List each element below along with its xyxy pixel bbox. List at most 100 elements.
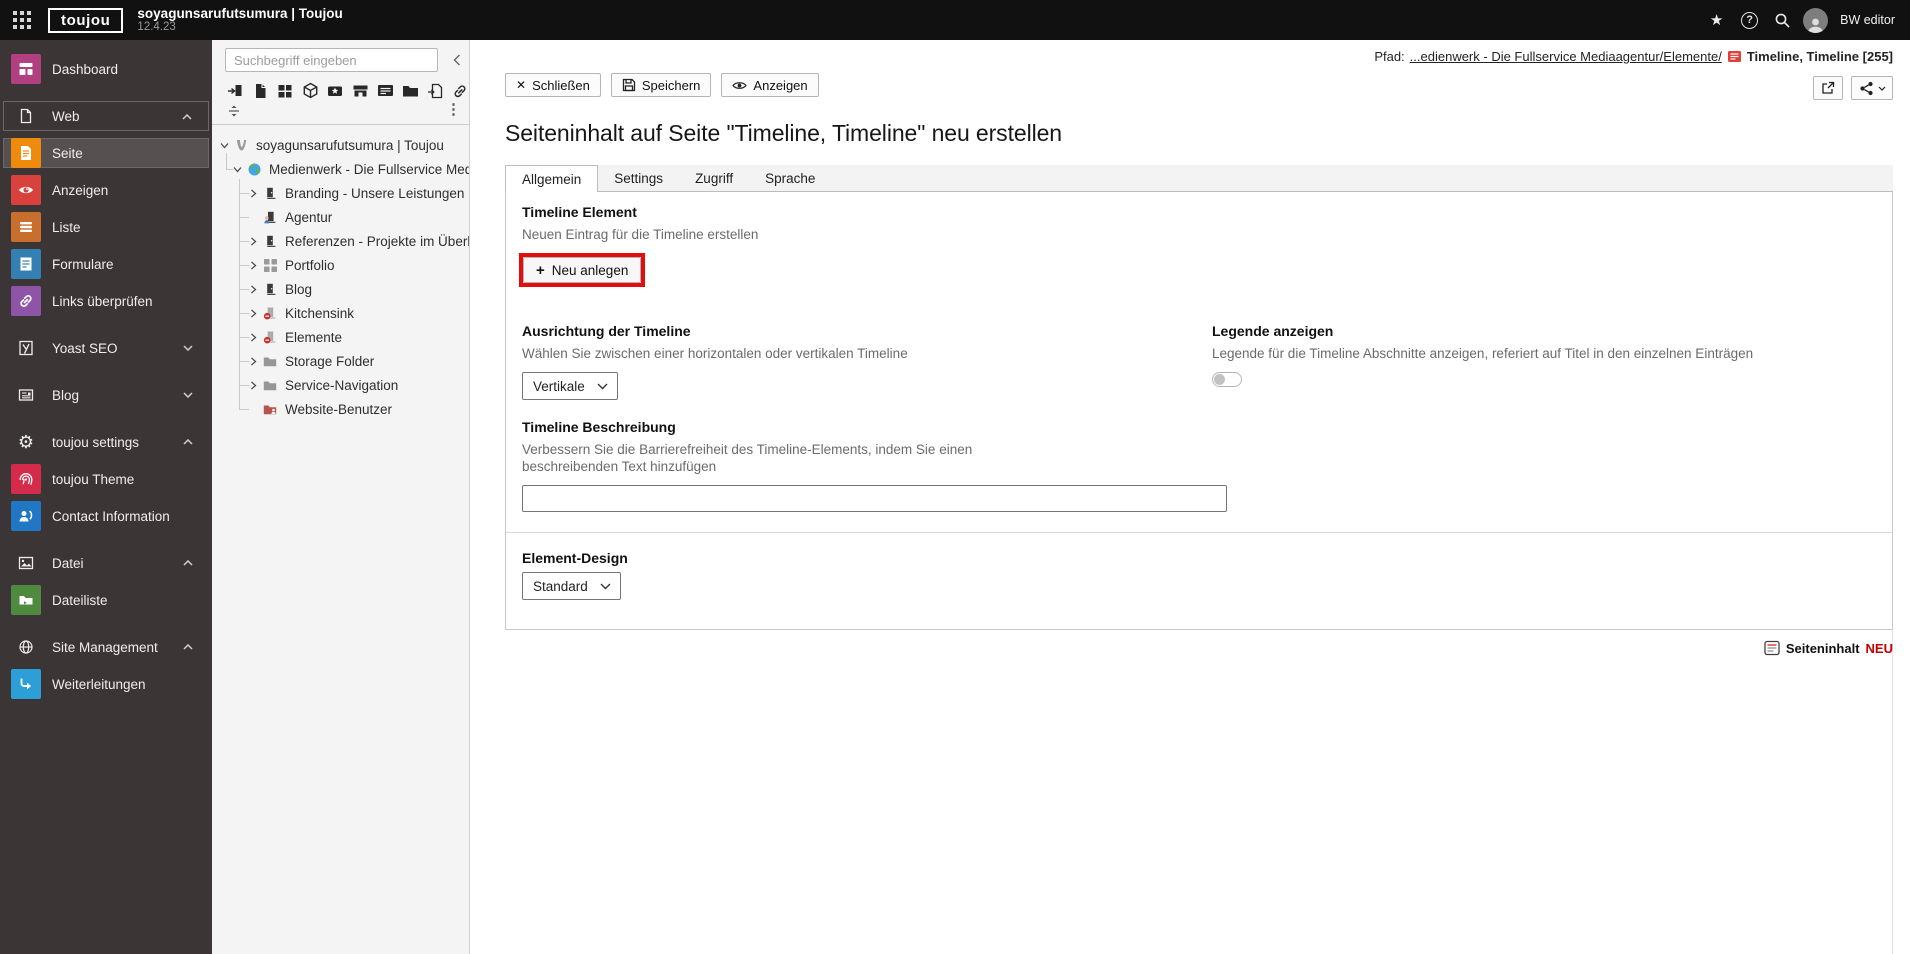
close-button[interactable]: ✕ Schließen bbox=[505, 73, 601, 97]
sidebar-item-anzeigen[interactable]: Anzeigen bbox=[3, 175, 209, 205]
sidebar-item-dateiliste[interactable]: Dateiliste bbox=[3, 585, 209, 615]
star-badge-icon[interactable] bbox=[327, 82, 343, 99]
field-element-design: Element-Design Standard bbox=[522, 550, 628, 600]
sidebar-item-label: Dateiliste bbox=[52, 592, 108, 608]
sidebar-item-links-ueberpruefen[interactable]: Links überprüfen bbox=[3, 286, 209, 316]
tree-more-icon[interactable]: ⋮ bbox=[446, 101, 461, 119]
chevron-right-icon[interactable] bbox=[249, 237, 263, 246]
record-type-label: Seiteninhalt bbox=[1785, 640, 1860, 656]
tree-node-label: Blog bbox=[285, 281, 313, 297]
storefront-icon[interactable] bbox=[352, 82, 368, 99]
chevron-right-icon[interactable] bbox=[249, 333, 263, 342]
timeline-description-input[interactable] bbox=[522, 485, 1227, 512]
sidebar-item-toujou-theme[interactable]: toujou Theme bbox=[3, 464, 209, 494]
chevron-right-icon[interactable] bbox=[249, 261, 263, 270]
tree-node-elemente[interactable]: Elemente bbox=[212, 325, 469, 349]
legend-toggle[interactable] bbox=[1212, 372, 1242, 387]
tree-node-medienwerk[interactable]: Medienwerk - Die Fullservice Mediaagentu… bbox=[212, 157, 469, 181]
record-title: Timeline, Timeline [255] bbox=[1746, 49, 1893, 64]
path-link[interactable]: ...edienwerk - Die Fullservice Mediaagen… bbox=[1410, 49, 1722, 64]
contact-icon bbox=[11, 501, 41, 531]
share-button[interactable] bbox=[1851, 76, 1893, 100]
field-description: Verbessern Sie die Barrierefreiheit des … bbox=[522, 442, 973, 474]
sidebar-item-contact-information[interactable]: Contact Information bbox=[3, 501, 209, 531]
page-new-icon[interactable] bbox=[252, 82, 268, 99]
tree-node-service-navigation[interactable]: Service-Navigation bbox=[212, 373, 469, 397]
field-legend: Legende anzeigen Legende für die Timelin… bbox=[1212, 323, 1876, 387]
page-title: Seiteninhalt auf Seite "Timeline, Timeli… bbox=[505, 120, 1062, 146]
sidebar-item-seite[interactable]: Seite bbox=[3, 138, 209, 168]
tree-node-label: soyagunsarufutsumura | Toujou bbox=[256, 137, 444, 153]
chevron-down-icon[interactable] bbox=[233, 165, 247, 174]
chevron-right-icon[interactable] bbox=[249, 357, 263, 366]
collapse-tree-icon[interactable] bbox=[453, 54, 461, 66]
tree-node-root[interactable]: soyagunsarufutsumura | Toujou bbox=[212, 133, 469, 157]
bookmarks-button[interactable]: ★ bbox=[1700, 11, 1733, 29]
field-label: Element-Design bbox=[522, 550, 628, 566]
toujou-logo[interactable]: toujou bbox=[48, 7, 124, 33]
user-label[interactable]: BW editor bbox=[1840, 13, 1895, 27]
page-icon bbox=[263, 282, 279, 297]
design-select[interactable]: Standard bbox=[522, 572, 621, 600]
page-restricted-icon bbox=[263, 330, 279, 345]
tab-settings[interactable]: Settings bbox=[598, 165, 679, 191]
search-button[interactable] bbox=[1766, 12, 1799, 29]
tree-node-kitchensink[interactable]: Kitchensink bbox=[212, 301, 469, 325]
version-label: 12.4.23 bbox=[137, 21, 176, 34]
chevron-up-icon bbox=[183, 644, 193, 650]
sidebar-group-web[interactable]: Web bbox=[3, 101, 209, 131]
save-button[interactable]: Speichern bbox=[610, 73, 712, 97]
globe-icon bbox=[11, 632, 41, 662]
sidebar-group-yoast-seo[interactable]: Yoast SEO bbox=[3, 333, 209, 363]
chevron-right-icon[interactable] bbox=[249, 189, 263, 198]
sidebar-item-formulare[interactable]: Formulare bbox=[3, 249, 209, 279]
tree-node-portfolio[interactable]: Portfolio bbox=[212, 253, 469, 277]
tree-node-label: Medienwerk - Die Fullservice Mediaagentu… bbox=[269, 161, 469, 177]
tree-node-label: Service-Navigation bbox=[285, 377, 399, 393]
folder-users-icon bbox=[263, 402, 279, 417]
door-icon[interactable] bbox=[227, 82, 243, 99]
orientation-select[interactable]: Vertikale bbox=[522, 372, 618, 400]
help-button[interactable]: ? bbox=[1733, 11, 1766, 29]
page-icon bbox=[11, 138, 41, 168]
sidebar-group-blog[interactable]: Blog bbox=[3, 380, 209, 410]
site-info: soyagunsarufutsumura | Toujou 12.4.23 bbox=[137, 6, 342, 35]
page-user-icon bbox=[263, 210, 279, 225]
sidebar-item-weiterleitungen[interactable]: Weiterleitungen bbox=[3, 669, 209, 699]
user-menu-button[interactable] bbox=[1799, 7, 1832, 33]
open-in-new-window-button[interactable] bbox=[1813, 76, 1843, 100]
sidebar-group-site-management[interactable]: Site Management bbox=[3, 632, 209, 662]
tree-node-agentur[interactable]: Agentur bbox=[212, 205, 469, 229]
chevron-right-icon[interactable] bbox=[249, 309, 263, 318]
tree-node-blog[interactable]: Blog bbox=[212, 277, 469, 301]
sidebar-group-datei[interactable]: Datei bbox=[3, 548, 209, 578]
tree-node-referenzen[interactable]: Referenzen - Projekte im Überblick bbox=[212, 229, 469, 253]
link-icon[interactable] bbox=[452, 82, 468, 99]
tree-node-branding[interactable]: Branding - Unsere Leistungen bbox=[212, 181, 469, 205]
sidebar-group-label: Datei bbox=[52, 555, 84, 571]
topbar: toujou soyagunsarufutsumura | Toujou 12.… bbox=[0, 0, 1910, 40]
view-button[interactable]: Anzeigen bbox=[721, 73, 819, 97]
paste-icon[interactable] bbox=[427, 82, 443, 99]
app-grid-icon[interactable] bbox=[13, 11, 31, 29]
sidebar-group-toujou-settings[interactable]: ⚙ toujou settings bbox=[3, 427, 209, 457]
split-handle-icon[interactable] bbox=[227, 104, 241, 118]
tab-zugriff[interactable]: Zugriff bbox=[679, 165, 749, 191]
chevron-down-icon[interactable] bbox=[220, 141, 234, 150]
chevron-right-icon[interactable] bbox=[249, 381, 263, 390]
cube-icon[interactable] bbox=[302, 82, 318, 99]
chevron-right-icon[interactable] bbox=[249, 285, 263, 294]
folder-icon[interactable] bbox=[402, 82, 418, 99]
tab-sprache[interactable]: Sprache bbox=[749, 165, 831, 191]
sidebar-item-liste[interactable]: Liste bbox=[3, 212, 209, 242]
module-sidebar: Dashboard Web Seite Anzeigen Liste Formu… bbox=[0, 40, 212, 954]
card-icon[interactable] bbox=[377, 82, 393, 99]
tab-allgemein[interactable]: Allgemein bbox=[505, 165, 599, 192]
sidebar-item-dashboard[interactable]: Dashboard bbox=[3, 54, 209, 84]
neu-anlegen-button[interactable]: + Neu anlegen bbox=[523, 257, 642, 283]
content-grid-icon[interactable] bbox=[277, 82, 293, 99]
tree-node-storage-folder[interactable]: Storage Folder bbox=[212, 349, 469, 373]
tree-node-website-benutzer[interactable]: Website-Benutzer bbox=[212, 397, 469, 421]
search-icon bbox=[1775, 13, 1790, 28]
tree-search-input[interactable] bbox=[225, 48, 438, 72]
